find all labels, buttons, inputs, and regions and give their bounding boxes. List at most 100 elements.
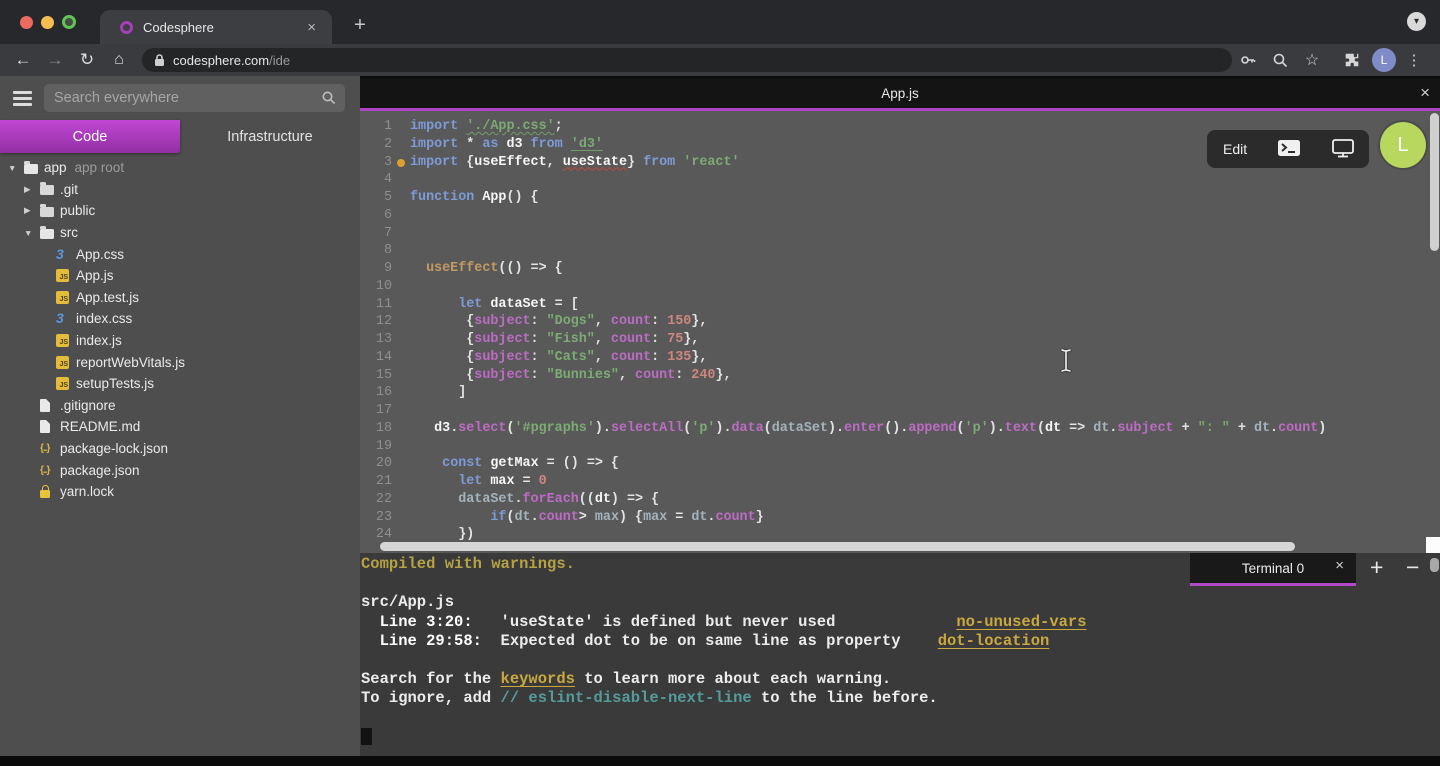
code-text: {subject: "Bunnies", count: 240}, [410, 367, 731, 385]
back-button[interactable]: ← [10, 47, 36, 73]
terminal-add-button[interactable]: + [1370, 554, 1383, 581]
download-indicator-icon[interactable]: ▾ [1407, 12, 1426, 31]
reload-button[interactable]: ↻ [74, 47, 100, 73]
tree-item-label: index.js [76, 333, 122, 348]
code-token: ": " [1198, 421, 1230, 436]
tree-item-index-css[interactable]: 3index.css [0, 308, 360, 330]
tree-item-package-lock-json[interactable]: {..}package-lock.json [0, 438, 360, 460]
code-token: 135 [667, 350, 691, 365]
code-text: {subject: "Dogs", count: 150}, [410, 313, 707, 331]
tree-item-app-js[interactable]: JSApp.js [0, 265, 360, 287]
zoom-search-icon[interactable] [1268, 48, 1292, 72]
tree-item-app-css[interactable]: 3App.css [0, 243, 360, 265]
js-icon: JS [56, 269, 69, 282]
terminal-close-icon[interactable]: × [1335, 557, 1344, 574]
code-token: }, [683, 332, 699, 347]
terminal-text: To ignore, add [361, 689, 501, 707]
tree-item-yarn-lock[interactable]: yarn.lock [0, 481, 360, 503]
tree-item-readme-md[interactable]: README.md [0, 416, 360, 438]
hamburger-menu-icon[interactable] [13, 91, 32, 109]
code-token: ( [506, 421, 514, 436]
editor-horizontal-scrollbar[interactable] [380, 542, 1295, 551]
code-token: { [410, 368, 474, 383]
gutter [392, 349, 410, 367]
breakpoint-dot-icon[interactable] [397, 159, 405, 167]
code-token: = [514, 474, 538, 489]
address-bar[interactable]: codesphere.com /ide [142, 48, 1232, 72]
code-token: } [756, 510, 764, 525]
terminal-tab[interactable]: Terminal 0 × [1190, 553, 1356, 586]
tree-item-src[interactable]: ▼src [0, 222, 360, 244]
code-token [563, 137, 571, 152]
code-token: : [531, 332, 547, 347]
window-zoom-button[interactable] [62, 15, 76, 29]
terminal-panel[interactable]: Compiled with warnings.src/App.js Line 3… [360, 553, 1440, 756]
home-button[interactable]: ⌂ [106, 47, 132, 73]
code-token: count [715, 510, 755, 525]
edit-mode-button[interactable]: Edit [1223, 141, 1247, 157]
code-token: , [595, 332, 611, 347]
chevron-right-icon[interactable]: ▶ [24, 184, 40, 195]
terminal-text: to the line before. [752, 689, 938, 707]
tree-item-package-json[interactable]: {..}package.json [0, 459, 360, 481]
password-key-icon[interactable] [1236, 48, 1260, 72]
tree-item-gitignore[interactable]: .gitignore [0, 395, 360, 417]
browser-toolbar: ← → ↻ ⌂ codesphere.com /ide ☆ L ⋮ [0, 44, 1440, 76]
tab-code[interactable]: Code [0, 120, 180, 153]
terminal-text: Expected dot to be on same line as prope… [482, 632, 938, 650]
terminal-minimize-button[interactable]: − [1406, 554, 1419, 581]
terminal-link[interactable]: dot-location [938, 632, 1050, 650]
gutter [392, 154, 410, 172]
gutter [392, 420, 410, 438]
code-token: 'p' [965, 421, 989, 436]
bookmark-star-icon[interactable]: ☆ [1300, 48, 1324, 72]
code-token: (). [884, 421, 908, 436]
code-token: "Bunnies" [547, 368, 619, 383]
tree-item-reportwebvitals-js[interactable]: JSreportWebVitals.js [0, 351, 360, 373]
tree-item-index-js[interactable]: JSindex.js [0, 330, 360, 352]
code-token: from [643, 155, 675, 170]
code-editor[interactable]: 1import './App.css';2import * as d3 from… [360, 111, 1440, 553]
code-token: count [1278, 421, 1318, 436]
terminal-toggle-icon[interactable] [1277, 139, 1301, 160]
terminal-scrollbar[interactable] [1430, 558, 1439, 572]
browser-menu-kebab-icon[interactable]: ⋮ [1402, 48, 1426, 72]
tree-item-app-test-js[interactable]: JSApp.test.js [0, 287, 360, 309]
tree-item-setuptests-js[interactable]: JSsetupTests.js [0, 373, 360, 395]
gutter [392, 225, 410, 243]
terminal-line: src/App.js [361, 593, 1087, 612]
browser-tab-codesphere[interactable]: Codesphere × [100, 10, 332, 44]
new-tab-button[interactable]: + [346, 11, 374, 39]
workspace-user-avatar[interactable]: L [1380, 122, 1426, 168]
search-everywhere-field[interactable] [44, 84, 345, 112]
code-token: dt [1254, 421, 1270, 436]
extensions-puzzle-icon[interactable] [1340, 48, 1364, 72]
code-token: 'react' [683, 155, 739, 170]
chevron-down-icon[interactable]: ▼ [24, 228, 40, 238]
browser-profile-avatar[interactable]: L [1372, 48, 1396, 72]
code-token: (( [579, 492, 595, 507]
ssl-lock-icon [154, 54, 165, 67]
terminal-link[interactable]: no-unused-vars [956, 613, 1086, 631]
terminal-link[interactable]: keywords [501, 670, 575, 688]
tab-close-icon[interactable]: × [303, 19, 320, 36]
preview-monitor-icon[interactable] [1331, 138, 1355, 161]
chevron-down-icon[interactable]: ▼ [8, 163, 24, 173]
line-number: 22 [360, 491, 392, 509]
chevron-right-icon[interactable]: ▶ [24, 205, 40, 216]
tree-item-git[interactable]: ▶.git [0, 179, 360, 201]
editor-close-icon[interactable]: × [1420, 83, 1430, 103]
tab-infrastructure[interactable]: Infrastructure [180, 120, 360, 153]
code-line: 10 [360, 278, 1440, 296]
editor-vertical-scrollbar[interactable] [1430, 113, 1439, 251]
window-minimize-button[interactable] [41, 16, 54, 29]
tree-item-public[interactable]: ▶public [0, 200, 360, 222]
window-close-button[interactable] [20, 16, 33, 29]
line-number: 19 [360, 438, 392, 456]
forward-button[interactable]: → [42, 47, 68, 73]
search-input[interactable] [44, 84, 345, 112]
terminal-line: Compiled with warnings. [361, 555, 1087, 574]
tree-item-app[interactable]: ▼appapp root [0, 157, 360, 179]
js-icon: JS [56, 377, 69, 390]
terminal-line: Search for the keywords to learn more ab… [361, 670, 1087, 689]
